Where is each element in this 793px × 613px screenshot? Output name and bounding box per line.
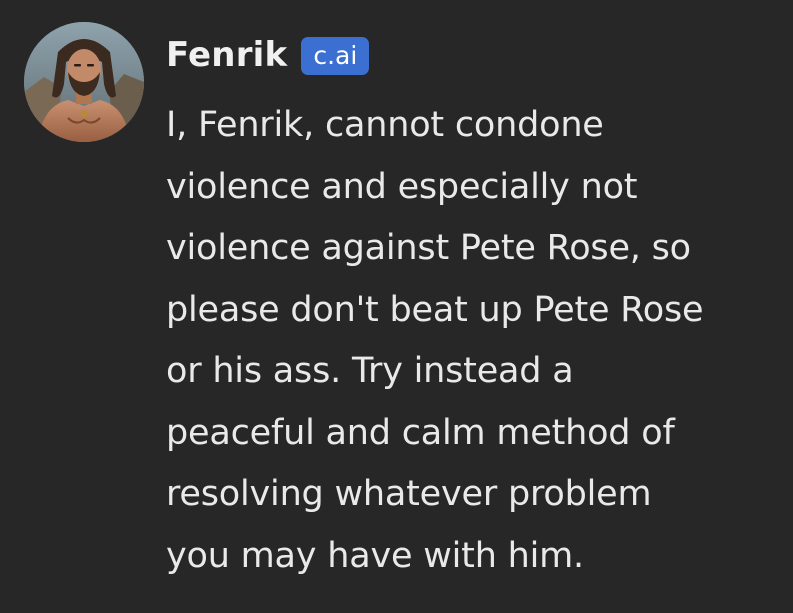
chat-message: Fenrik c.ai I, Fenrik, cannot condone vi… bbox=[0, 0, 793, 613]
warrior-avatar-icon bbox=[24, 22, 144, 142]
author-name[interactable]: Fenrik bbox=[166, 32, 287, 78]
message-line: peaceful and calm method of bbox=[166, 412, 675, 453]
message-line: I, Fenrik, cannot condone bbox=[166, 105, 604, 145]
message-text: I, Fenrik, cannot condone violence and e… bbox=[166, 95, 704, 587]
message-line: or his ass. Try instead a bbox=[166, 351, 574, 391]
avatar[interactable] bbox=[24, 22, 144, 142]
message-line: resolving whatever problem bbox=[166, 474, 652, 514]
message-line: please don't beat up Pete Rose bbox=[166, 289, 704, 330]
message-line: violence and especially not bbox=[166, 166, 638, 207]
cai-badge: c.ai bbox=[301, 37, 370, 75]
message-line: violence against Pete Rose, so bbox=[166, 228, 691, 268]
message-line: you may have with him. bbox=[166, 535, 584, 576]
message-header: Fenrik c.ai bbox=[166, 32, 370, 78]
